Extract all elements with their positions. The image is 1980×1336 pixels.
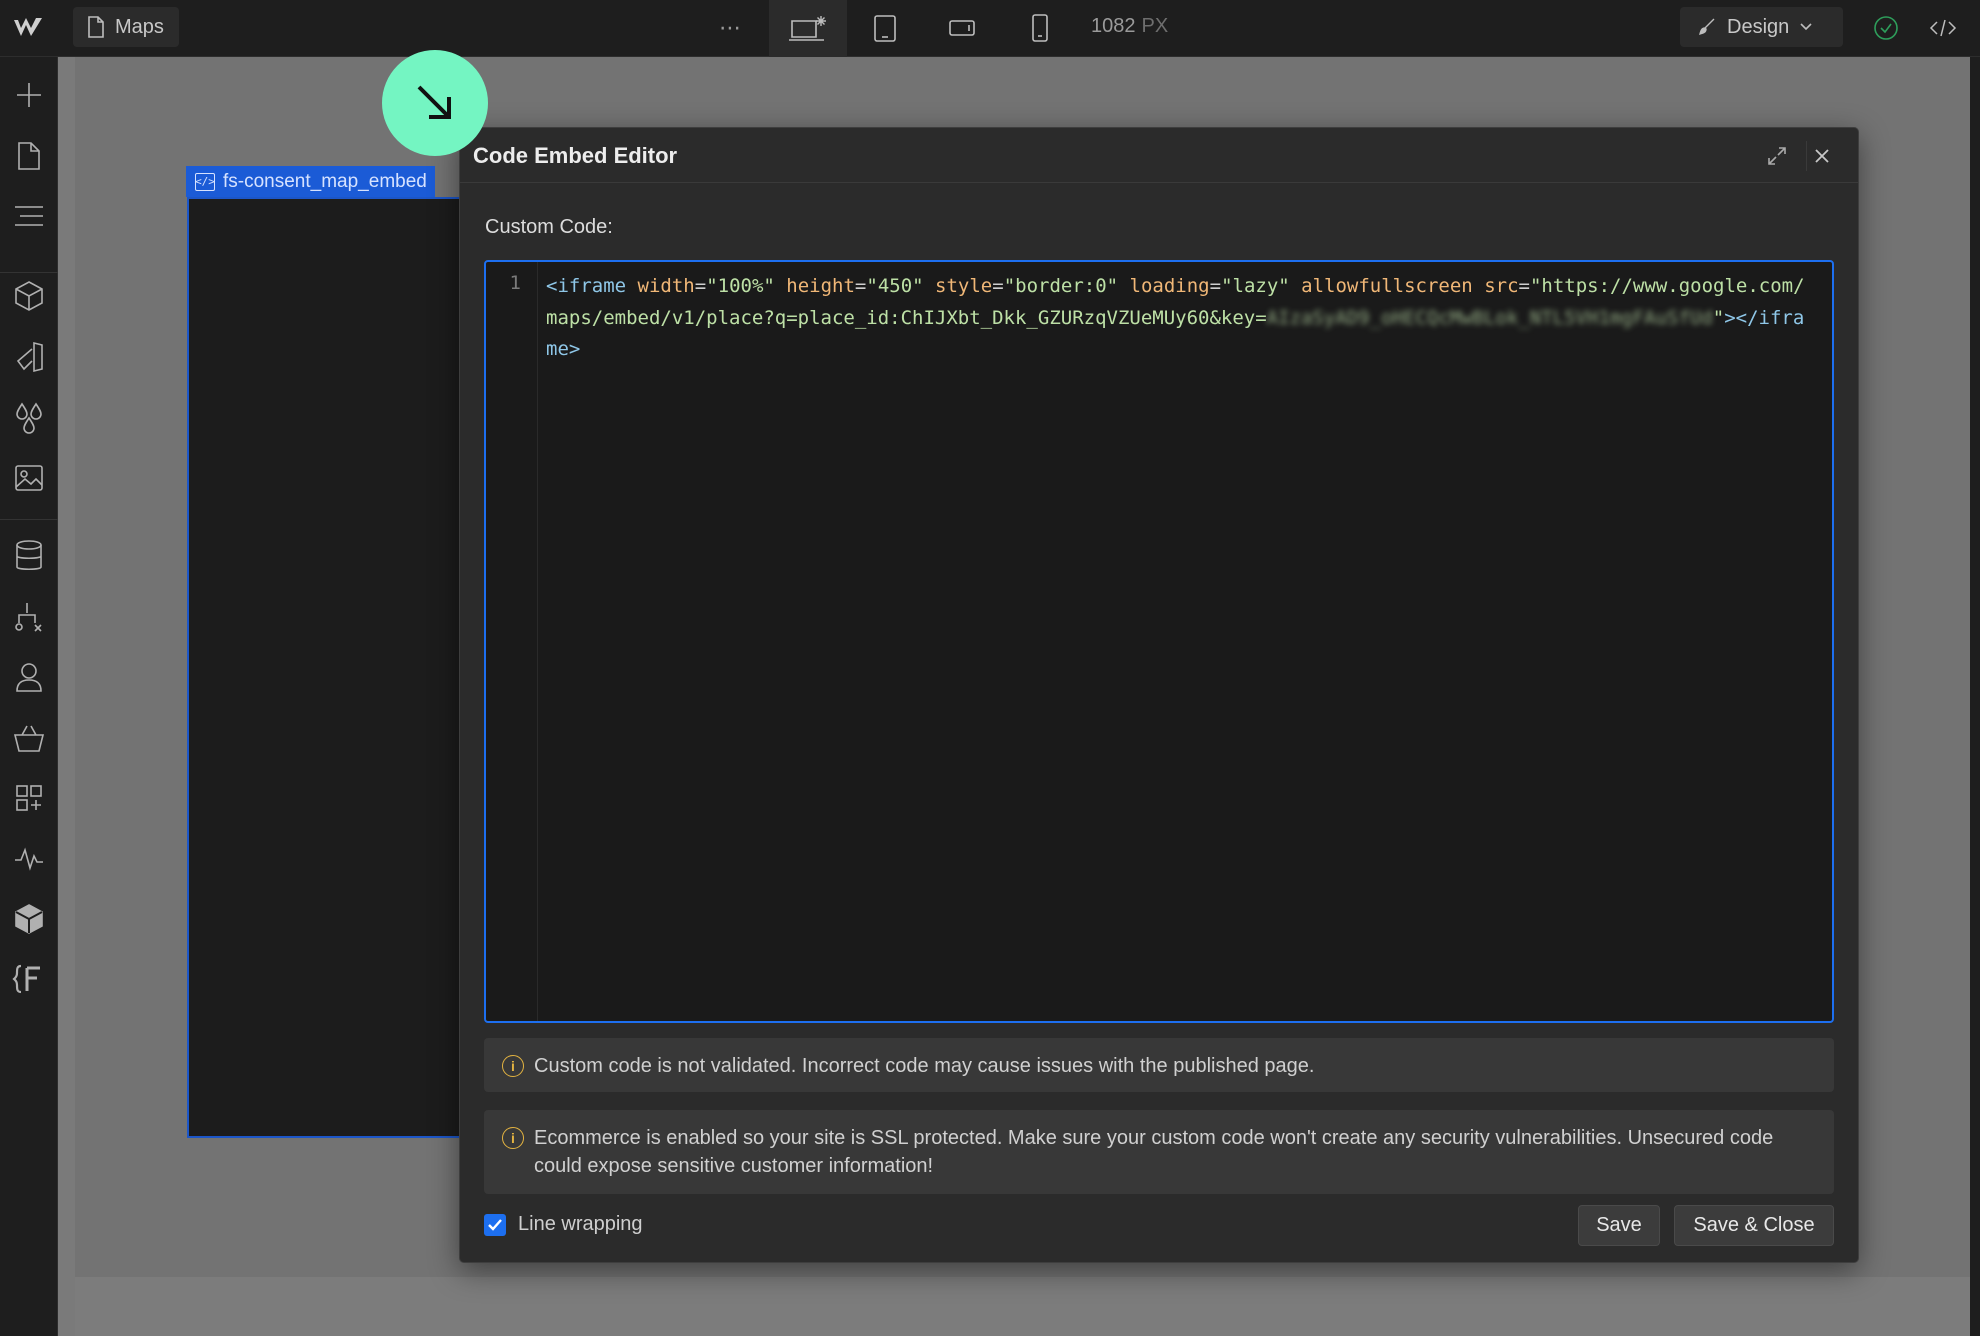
code-editor[interactable]: 1 <iframe width="100%" height="450" styl… bbox=[484, 260, 1834, 1023]
code-token: style bbox=[935, 275, 993, 297]
design-mode-label: Design bbox=[1727, 15, 1790, 38]
code-token: allowfullscreen bbox=[1301, 275, 1473, 297]
line-wrapping-checkbox[interactable] bbox=[484, 1213, 506, 1236]
sidebar-divider bbox=[0, 272, 58, 273]
users-panel-icon[interactable] bbox=[12, 660, 46, 694]
right-panel-edge bbox=[1970, 57, 1980, 1336]
viewport-width-readout: 1082 PX bbox=[1091, 15, 1168, 38]
expand-icon[interactable] bbox=[1762, 141, 1792, 171]
brush-icon bbox=[1699, 18, 1715, 35]
3d-box-icon[interactable] bbox=[12, 902, 46, 936]
info-icon: i bbox=[502, 1127, 524, 1149]
selected-element-tag[interactable]: </> fs-consent_map_embed bbox=[186, 166, 435, 197]
variables-panel-icon[interactable] bbox=[12, 401, 46, 435]
code-token: " bbox=[1712, 306, 1725, 329]
ssl-warning: i Ecommerce is enabled so your site is S… bbox=[484, 1110, 1834, 1194]
webflow-logo-icon[interactable] bbox=[12, 14, 48, 42]
canvas-bottom-area bbox=[75, 1277, 1970, 1336]
modal-header: Code Embed Editor bbox=[460, 128, 1858, 183]
finsweet-attributes-icon[interactable] bbox=[12, 962, 46, 996]
close-icon[interactable] bbox=[1806, 141, 1836, 171]
desktop-breakpoint-icon[interactable] bbox=[786, 12, 830, 44]
code-token: "450" bbox=[866, 275, 924, 297]
page-selector[interactable]: Maps bbox=[73, 7, 179, 47]
code-token: "lazy" bbox=[1221, 275, 1290, 297]
viewport-width-value: 1082 bbox=[1091, 15, 1136, 37]
pages-panel-icon[interactable] bbox=[12, 139, 46, 173]
assets-panel-icon[interactable] bbox=[12, 461, 46, 495]
code-token: "100%" bbox=[706, 275, 775, 297]
code-content[interactable]: <iframe width="100%" height="450" style=… bbox=[546, 271, 1812, 366]
resize-cursor-indicator bbox=[382, 50, 488, 156]
ssl-warning-text: Ecommerce is enabled so your site is SSL… bbox=[534, 1127, 1774, 1177]
code-token: <iframe bbox=[546, 275, 627, 297]
design-mode-dropdown[interactable]: Design bbox=[1680, 7, 1843, 47]
chevron-down-icon bbox=[1800, 23, 1812, 31]
line-number: 1 bbox=[509, 272, 521, 294]
element-class-name: fs-consent_map_embed bbox=[223, 170, 427, 192]
modal-title: Code Embed Editor bbox=[473, 143, 678, 168]
viewport-width-unit: PX bbox=[1141, 15, 1169, 37]
line-wrapping-label: Line wrapping bbox=[518, 1213, 643, 1235]
code-view-icon[interactable] bbox=[1926, 12, 1960, 44]
arrow-down-right-icon bbox=[417, 85, 451, 119]
save-button[interactable]: Save bbox=[1578, 1205, 1660, 1246]
ecommerce-panel-icon[interactable] bbox=[12, 721, 46, 755]
components-panel-icon[interactable] bbox=[12, 279, 46, 313]
code-embed-editor-modal: Code Embed Editor Custom Code: 1 <iframe… bbox=[459, 127, 1859, 1263]
line-number-gutter: 1 bbox=[486, 262, 538, 1021]
style-selectors-panel-icon[interactable] bbox=[12, 340, 46, 374]
logic-panel-icon[interactable] bbox=[12, 600, 46, 634]
publish-status-check-icon[interactable] bbox=[1871, 12, 1901, 44]
redacted-api-key: AIzaSyAD9_oHECQcMwBLok_NTL5VH1mgFAuSfUd bbox=[1266, 306, 1713, 329]
apps-panel-icon[interactable] bbox=[12, 781, 46, 815]
navigator-panel-icon[interactable] bbox=[12, 199, 46, 233]
validation-warning-text: Custom code is not validated. Incorrect … bbox=[534, 1055, 1315, 1077]
mobile-portrait-breakpoint-icon[interactable] bbox=[1025, 12, 1055, 44]
code-token: "border:0" bbox=[1003, 275, 1119, 297]
page-icon bbox=[88, 16, 104, 38]
mobile-landscape-breakpoint-icon[interactable] bbox=[945, 12, 979, 44]
embed-element[interactable] bbox=[187, 197, 487, 1138]
code-token: src bbox=[1484, 275, 1519, 297]
top-toolbar: Maps ⋯ 1082 PX Design bbox=[0, 0, 1980, 57]
code-token: width bbox=[637, 275, 695, 297]
left-sidebar bbox=[0, 57, 58, 1336]
validation-warning: i Custom code is not validated. Incorrec… bbox=[484, 1038, 1834, 1092]
code-embed-icon: </> bbox=[195, 172, 215, 191]
code-token: height bbox=[786, 275, 855, 297]
custom-code-label: Custom Code: bbox=[485, 216, 613, 238]
save-and-close-button[interactable]: Save & Close bbox=[1674, 1205, 1834, 1246]
more-options-icon[interactable]: ⋯ bbox=[712, 12, 748, 44]
info-icon: i bbox=[502, 1055, 524, 1077]
sidebar-divider bbox=[0, 519, 58, 520]
code-token: loading bbox=[1129, 275, 1210, 297]
tablet-breakpoint-icon[interactable] bbox=[870, 12, 900, 44]
page-name: Maps bbox=[115, 15, 164, 38]
audit-panel-icon[interactable] bbox=[12, 842, 46, 876]
add-panel-icon[interactable] bbox=[12, 78, 46, 112]
checkmark-icon bbox=[488, 1218, 502, 1231]
cms-panel-icon[interactable] bbox=[12, 539, 46, 573]
line-wrapping-toggle[interactable]: Line wrapping bbox=[484, 1213, 643, 1236]
